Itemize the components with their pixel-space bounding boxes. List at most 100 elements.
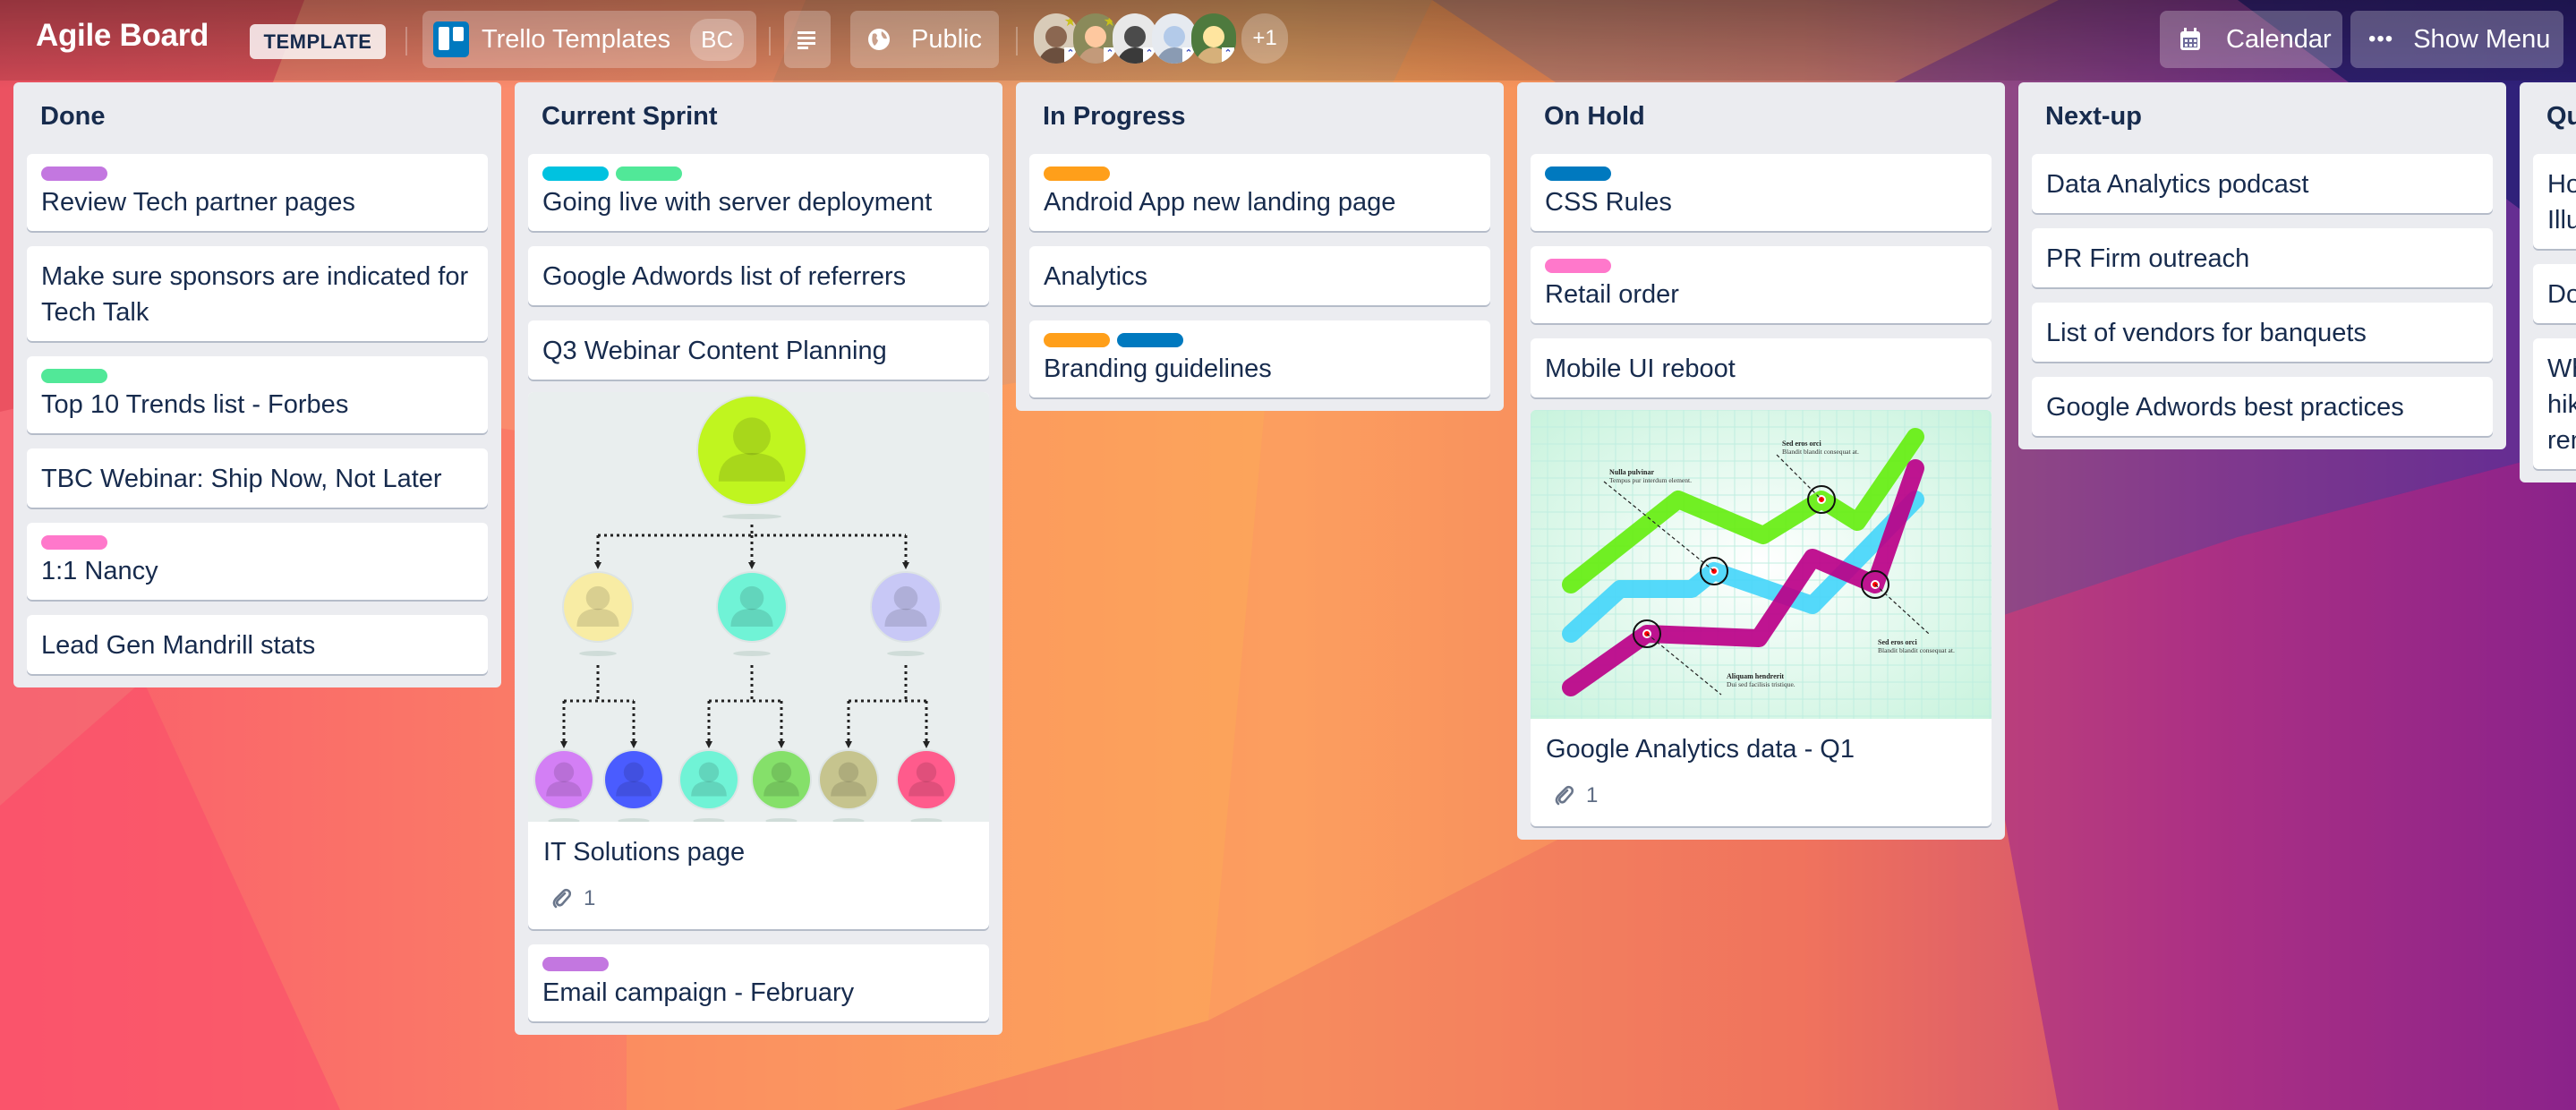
card-labels <box>41 369 474 383</box>
card-title: Do <box>2547 280 2576 309</box>
card-labels <box>542 166 976 181</box>
card[interactable]: Android App new landing page <box>1029 154 1490 231</box>
card-labels <box>542 957 976 971</box>
card-title: Android App new landing page <box>1044 188 1396 217</box>
list-next-up[interactable]: Next-up Data Analytics podcast PR Firm out… <box>2018 82 2506 449</box>
list-done[interactable]: Done Review Tech partner pages Make sure s… <box>13 82 501 687</box>
card-title: Make sure sponsors are indicated for Tec… <box>41 262 469 327</box>
member-avatars: ★ ⌃ ★ ⌃ ⌃ ⌃ ⌃ +1 <box>1034 13 1288 67</box>
card[interactable]: List of vendors for banquets <box>2032 303 2493 362</box>
card[interactable]: Analytics <box>1029 246 1490 305</box>
card[interactable]: Email campaign - February <box>528 944 989 1021</box>
label-orange[interactable] <box>1044 333 1110 347</box>
card-title: Q3 Webinar Content Planning <box>542 337 887 365</box>
list-title[interactable]: Done <box>27 82 488 136</box>
member-avatar[interactable]: ⌃ <box>1113 13 1157 64</box>
ellipsis-icon: ••• <box>2368 27 2394 51</box>
card-title: CSS Rules <box>1545 188 1672 217</box>
card-title: Google Adwords best practices <box>2046 393 2404 422</box>
board-header: Agile Board TEMPLATE Trello Templates BC… <box>0 0 2576 81</box>
card[interactable]: Retail order <box>1531 246 1992 323</box>
label-pink[interactable] <box>1545 259 1611 273</box>
label-green[interactable] <box>616 166 682 181</box>
calendar-label: Calendar <box>2226 24 2332 54</box>
card[interactable]: Q3 Webinar Content Planning <box>528 320 989 380</box>
card-title: TBC Webinar: Ship Now, Not Later <box>41 465 442 493</box>
attachment-badge: 1 <box>1531 778 1992 826</box>
card[interactable]: Top 10 Trends list - Forbes <box>27 356 488 433</box>
card-title: IT Solutions page <box>543 838 746 867</box>
list-title[interactable]: Next-up <box>2032 82 2493 136</box>
card[interactable]: Going live with server deployment <box>528 154 989 231</box>
list-title[interactable]: Qu <box>2533 82 2576 136</box>
card-title: Top 10 Trends list - Forbes <box>41 390 349 419</box>
label-pink[interactable] <box>41 535 107 550</box>
label-purple[interactable] <box>41 166 107 181</box>
board-title[interactable]: Agile Board <box>36 18 209 54</box>
list-title[interactable]: In Progress <box>1029 82 1490 136</box>
annotation-text: Blandit blandit consequat at. <box>1878 646 1955 654</box>
list-on-hold[interactable]: On Hold CSS Rules Retail order Mobile UI re… <box>1517 82 2005 840</box>
card[interactable]: Google Adwords best practices <box>2032 377 2493 436</box>
card-title: Lead Gen Mandrill stats <box>41 631 316 660</box>
card-title: PR Firm outreach <box>2046 244 2250 273</box>
label-orange[interactable] <box>1044 166 1110 181</box>
label-green[interactable] <box>41 369 107 383</box>
card-title: Email campaign - February <box>542 978 855 1007</box>
card[interactable]: Nulla pulvinar Tempus pur interdum elemen… <box>1531 410 1992 826</box>
list-in-progress[interactable]: In Progress Android App new landing page A… <box>1016 82 1504 411</box>
paperclip-icon <box>552 888 571 909</box>
label-sky[interactable] <box>542 166 609 181</box>
card[interactable]: PR Firm outreach <box>2032 228 2493 287</box>
card[interactable]: Review Tech partner pages <box>27 154 488 231</box>
card[interactable]: Lead Gen Mandrill stats <box>27 615 488 674</box>
label-purple[interactable] <box>542 957 609 971</box>
member-avatar[interactable]: ★ ⌃ <box>1073 13 1118 64</box>
label-blue[interactable] <box>1545 166 1611 181</box>
annotation-title: Sed eros orci <box>1878 638 1917 646</box>
member-avatar[interactable]: ⌃ <box>1152 13 1197 64</box>
card[interactable]: Make sure sponsors are indicated for Tec… <box>27 246 488 341</box>
workspace-badge: BC <box>690 18 745 61</box>
card[interactable]: 1:1 Nancy <box>27 523 488 600</box>
card-title: Google Adwords list of referrers <box>542 262 907 291</box>
member-avatar[interactable]: ⌃ <box>1191 13 1236 64</box>
trello-logo-icon <box>433 21 469 57</box>
list-title[interactable]: On Hold <box>1531 82 1992 136</box>
workspace-name: Trello Templates <box>482 24 671 54</box>
card-title: Going live with server deployment <box>542 188 933 217</box>
card[interactable]: Branding guidelines <box>1029 320 1490 397</box>
show-menu-label: Show Menu <box>2413 24 2551 54</box>
workspace-button[interactable]: Trello Templates BC <box>422 11 756 68</box>
annotation-text: Tempus pur interdum element. <box>1609 476 1692 484</box>
card[interactable]: Do <box>2533 264 2576 323</box>
card[interactable]: IT Solutions page 1 <box>528 392 989 929</box>
card-title: List of vendors for banquets <box>2046 319 2367 347</box>
card[interactable]: Wh hik ren <box>2533 338 2576 469</box>
list-current-sprint[interactable]: Current Sprint Going live with server dep… <box>515 82 1002 1035</box>
card-title: 1:1 Nancy <box>41 557 158 585</box>
calendar-icon <box>2180 28 2200 50</box>
show-menu-button[interactable]: ••• Show Menu <box>2350 11 2563 68</box>
card-title: Retail order <box>1545 280 1679 309</box>
list-qu[interactable]: Qu Ho Illu Do Wh hik ren <box>2520 82 2576 482</box>
annotation-title: Aliquam hendrerit <box>1727 672 1784 680</box>
card[interactable]: TBC Webinar: Ship Now, Not Later <box>27 448 488 508</box>
list-title[interactable]: Current Sprint <box>528 82 989 136</box>
card-labels <box>1545 166 1978 181</box>
card-title: Data Analytics podcast <box>2046 170 2309 199</box>
card[interactable]: Ho Illu <box>2533 154 2576 249</box>
card-labels <box>1545 259 1978 273</box>
card[interactable]: Google Adwords list of referrers <box>528 246 989 305</box>
card[interactable]: Mobile UI reboot <box>1531 338 1992 397</box>
visibility-button[interactable]: Public <box>850 11 999 68</box>
calendar-button[interactable]: Calendar <box>2160 11 2342 68</box>
label-blue[interactable] <box>1117 333 1183 347</box>
board-menu-button[interactable] <box>784 11 831 68</box>
member-avatar[interactable]: ★ ⌃ <box>1034 13 1079 64</box>
more-members-button[interactable]: +1 <box>1241 13 1288 64</box>
card[interactable]: CSS Rules <box>1531 154 1992 231</box>
card[interactable]: Data Analytics podcast <box>2032 154 2493 213</box>
card-title: Ho Illu <box>2547 170 2576 235</box>
card-title: Analytics <box>1044 262 1148 291</box>
